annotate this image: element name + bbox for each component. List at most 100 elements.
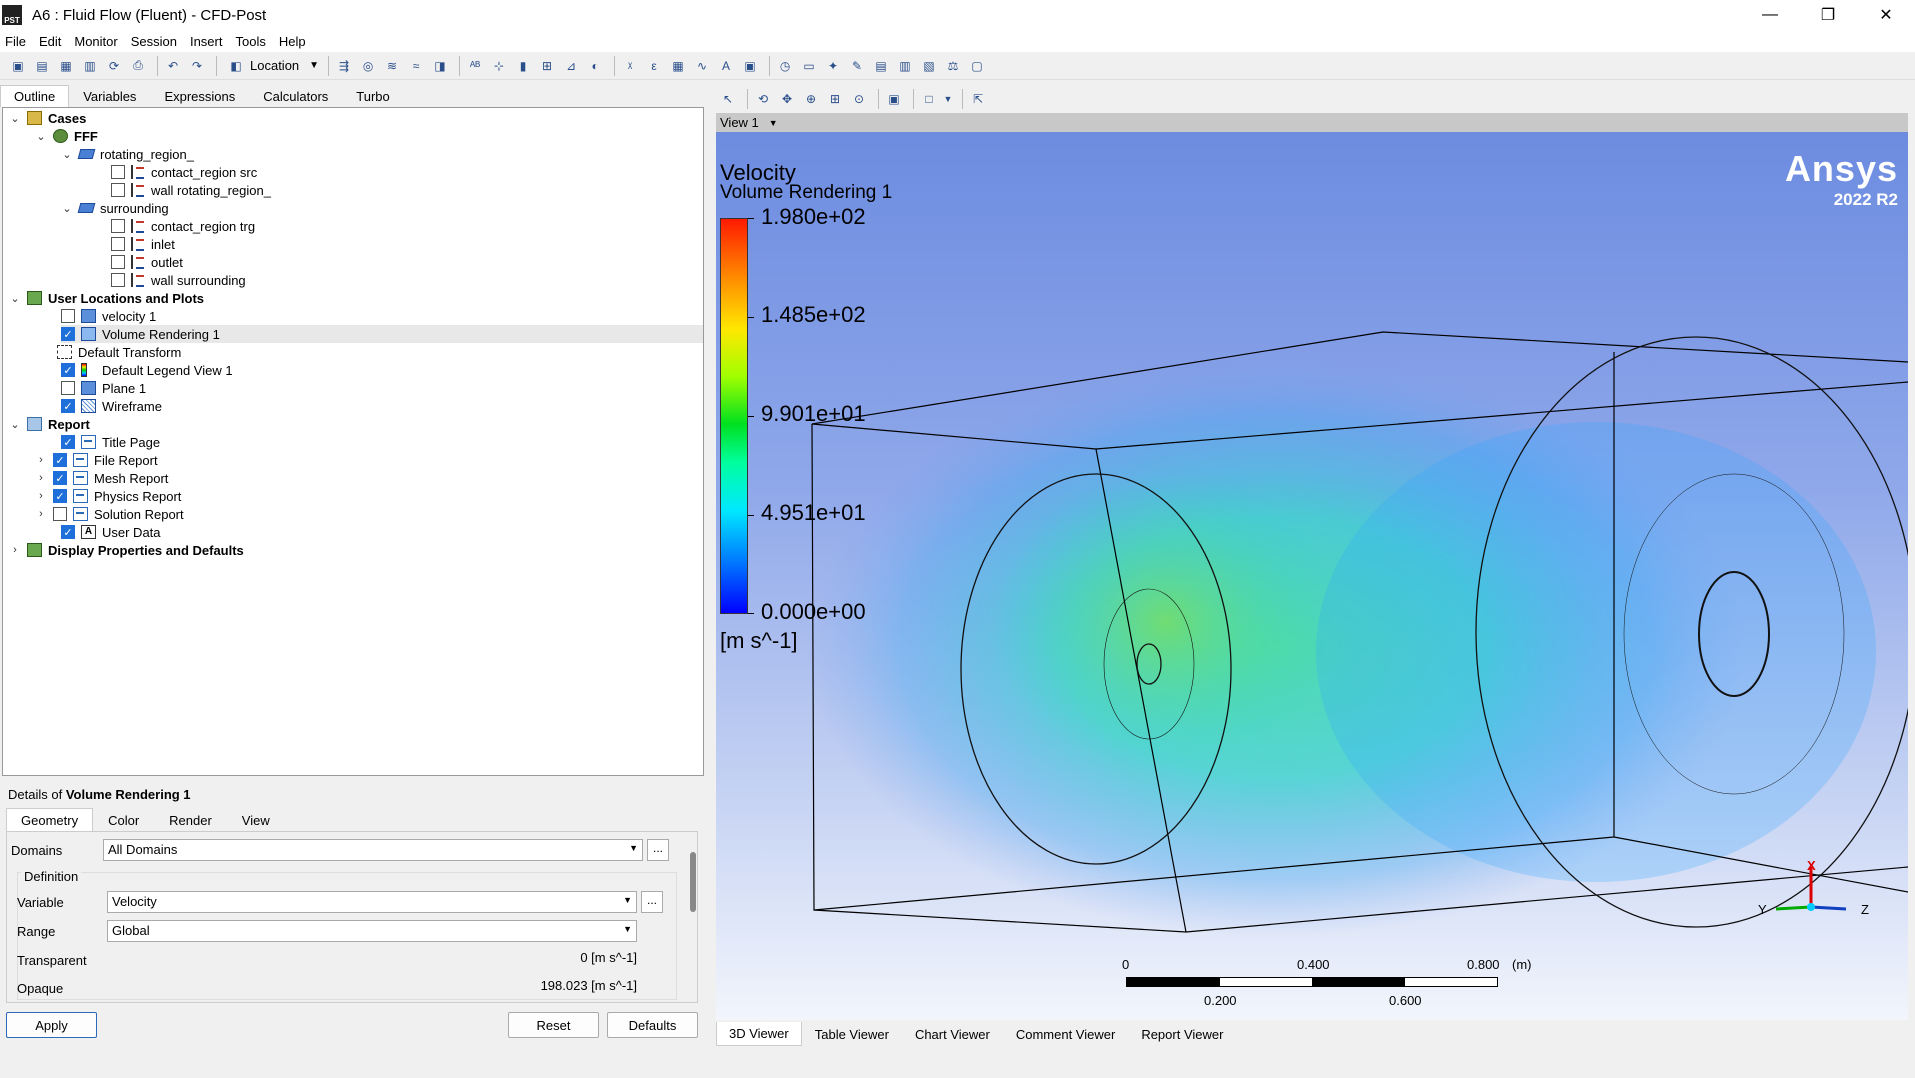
tab-table-viewer[interactable]: Table Viewer xyxy=(802,1022,902,1046)
zoom-fit-icon[interactable]: ⊙ xyxy=(849,89,869,109)
streamline-icon[interactable]: ≋ xyxy=(382,56,402,76)
vector-icon[interactable]: ⇶ xyxy=(334,56,354,76)
visibility-checkbox[interactable] xyxy=(61,327,75,341)
load-state-icon[interactable]: ▦ xyxy=(56,56,76,76)
tree-inlet[interactable]: inlet xyxy=(111,235,175,253)
menu-help[interactable]: Help xyxy=(274,34,314,49)
tree-fff[interactable]: ⌄ FFF xyxy=(35,127,97,145)
visibility-checkbox[interactable] xyxy=(53,453,67,467)
tree-outlet[interactable]: outlet xyxy=(111,253,183,271)
tab-calculators[interactable]: Calculators xyxy=(249,85,342,107)
visibility-checkbox[interactable] xyxy=(61,525,75,539)
minimize-button[interactable]: — xyxy=(1741,0,1799,30)
location-dropdown[interactable]: ◧ Location ▼ xyxy=(222,55,323,77)
range-select[interactable]: Global ▼ xyxy=(107,920,637,942)
chevron-right-icon[interactable]: › xyxy=(9,544,21,556)
visibility-checkbox[interactable] xyxy=(53,471,67,485)
legend-icon[interactable]: ▮ xyxy=(513,56,533,76)
visibility-checkbox[interactable] xyxy=(61,381,75,395)
menu-monitor[interactable]: Monitor xyxy=(69,34,125,49)
tree-display-props[interactable]: › Display Properties and Defaults xyxy=(9,541,244,559)
tab-expressions[interactable]: Expressions xyxy=(150,85,249,107)
tree-contact-trg[interactable]: contact_region trg xyxy=(111,217,255,235)
chevron-down-icon[interactable]: ⌄ xyxy=(35,130,47,143)
mesh-calculator-icon[interactable]: ▧ xyxy=(919,56,939,76)
tab-turbo[interactable]: Turbo xyxy=(342,85,403,107)
tree-report[interactable]: ⌄ Report xyxy=(9,415,90,433)
text-icon[interactable]: ᴬᴮ xyxy=(465,56,485,76)
visibility-checkbox[interactable] xyxy=(111,219,125,233)
quick-editor-icon[interactable]: ✦ xyxy=(823,56,843,76)
chevron-down-icon[interactable]: ⌄ xyxy=(9,112,21,125)
chart-icon[interactable]: ∿ xyxy=(692,56,712,76)
visibility-checkbox[interactable] xyxy=(111,273,125,287)
tree-rotating-region[interactable]: ⌄ rotating_region_ xyxy=(61,145,194,163)
reset-button[interactable]: Reset xyxy=(508,1012,599,1038)
visibility-checkbox[interactable] xyxy=(61,399,75,413)
menu-edit[interactable]: Edit xyxy=(34,34,69,49)
visibility-checkbox[interactable] xyxy=(53,489,67,503)
menu-session[interactable]: Session xyxy=(126,34,185,49)
view-selector[interactable]: View 1 ▼ xyxy=(716,113,1908,132)
chevron-right-icon[interactable]: › xyxy=(35,490,47,502)
clip-plane-icon[interactable]: ⊿ xyxy=(561,56,581,76)
visibility-checkbox[interactable] xyxy=(111,237,125,251)
transparent-value[interactable]: 0 [m s^-1] xyxy=(580,950,637,965)
detach-icon[interactable]: ⇱ xyxy=(968,89,988,109)
tree-velocity1[interactable]: velocity 1 xyxy=(61,307,156,325)
tree-cases[interactable]: ⌄ Cases xyxy=(9,109,86,127)
tree-wall-rotating[interactable]: wall rotating_region_ xyxy=(111,181,271,199)
function-calculator-icon[interactable]: ▤ xyxy=(871,56,891,76)
pan-icon[interactable]: ✥ xyxy=(777,89,797,109)
tab-geometry[interactable]: Geometry xyxy=(6,808,94,832)
macro-calculator-icon[interactable]: ▥ xyxy=(895,56,915,76)
color-map-icon[interactable]: ◐ xyxy=(585,56,605,76)
tab-3d-viewer[interactable]: 3D Viewer xyxy=(716,1022,802,1046)
contour-icon[interactable]: ◎ xyxy=(358,56,378,76)
coordinate-frame-icon[interactable]: ⊹ xyxy=(489,56,509,76)
domains-select[interactable]: All Domains ▼ xyxy=(103,839,643,861)
visibility-checkbox[interactable] xyxy=(61,363,75,377)
figure-icon[interactable]: ▣ xyxy=(740,56,760,76)
variable-ellipsis-button[interactable]: ... xyxy=(641,891,663,913)
tab-render[interactable]: Render xyxy=(154,808,227,832)
menu-insert[interactable]: Insert xyxy=(185,34,231,49)
visibility-checkbox[interactable] xyxy=(111,183,125,197)
particle-track-icon[interactable]: ≈ xyxy=(406,56,426,76)
details-scrollbar[interactable] xyxy=(690,852,696,912)
tree-plane1[interactable]: Plane 1 xyxy=(61,379,146,397)
tab-view[interactable]: View xyxy=(227,808,285,832)
menu-file[interactable]: File xyxy=(0,34,34,49)
timestep-icon[interactable]: ◷ xyxy=(775,56,795,76)
tree-user-data[interactable]: A User Data xyxy=(61,523,161,541)
load-results-icon[interactable]: ▤ xyxy=(32,56,52,76)
tree-title-page[interactable]: Title Page xyxy=(61,433,160,451)
new-case-icon[interactable]: ▣ xyxy=(8,56,28,76)
visibility-checkbox[interactable] xyxy=(53,507,67,521)
menu-tools[interactable]: Tools xyxy=(230,34,273,49)
3d-viewport[interactable]: Velocity Volume Rendering 1 1.980e+02 1.… xyxy=(716,132,1908,1020)
select-icon[interactable]: ↖ xyxy=(718,89,738,109)
tree-user-locations[interactable]: ⌄ User Locations and Plots xyxy=(9,289,204,307)
comment-icon[interactable]: A xyxy=(716,56,736,76)
visibility-checkbox[interactable] xyxy=(61,309,75,323)
visibility-checkbox[interactable] xyxy=(61,435,75,449)
print-icon[interactable]: ⎙ xyxy=(128,56,148,76)
save-state-icon[interactable]: ▥ xyxy=(80,56,100,76)
volume-rendering-icon[interactable]: ◨ xyxy=(430,56,450,76)
tab-comment-viewer[interactable]: Comment Viewer xyxy=(1003,1022,1128,1046)
case-comparison-icon[interactable]: ⚖ xyxy=(943,56,963,76)
probe-icon[interactable]: ✎ xyxy=(847,56,867,76)
tree-default-transform[interactable]: Default Transform xyxy=(57,343,181,361)
tab-outline[interactable]: Outline xyxy=(0,85,70,107)
chevron-down-icon[interactable]: ⌄ xyxy=(9,292,21,305)
zoom-icon[interactable]: ⊕ xyxy=(801,89,821,109)
chevron-right-icon[interactable]: › xyxy=(35,454,47,466)
tree-solution-report[interactable]: › Solution Report xyxy=(35,505,183,523)
animation-icon[interactable]: ▭ xyxy=(799,56,819,76)
instance-transform-icon[interactable]: ⊞ xyxy=(537,56,557,76)
table-icon[interactable]: ▦ xyxy=(668,56,688,76)
chevron-down-icon[interactable]: ⌄ xyxy=(61,202,73,215)
tree-wall-surrounding[interactable]: wall surrounding xyxy=(111,271,246,289)
viewport-layout-icon[interactable]: □ xyxy=(919,89,939,109)
